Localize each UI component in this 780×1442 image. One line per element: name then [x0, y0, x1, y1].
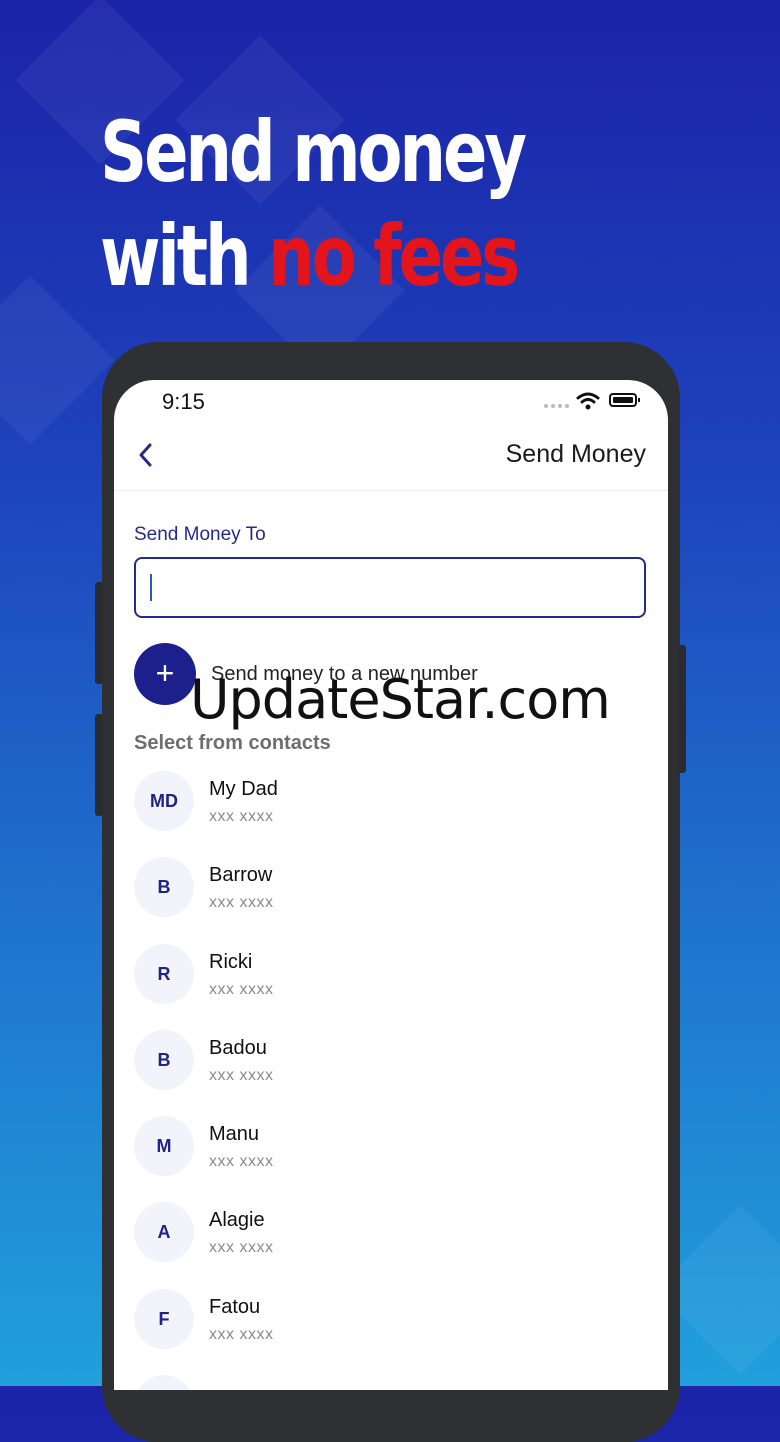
list-item[interactable]: M Manu xxx xxxx [134, 1116, 646, 1202]
avatar: MD [134, 771, 194, 831]
avatar: A [134, 1202, 194, 1263]
contact-name: Fatou [209, 1295, 261, 1318]
headline-line-2: with no fees [100, 204, 524, 308]
avatar: M [134, 1116, 194, 1177]
list-item-partial[interactable] [134, 1375, 646, 1390]
avatar: F [134, 1288, 194, 1349]
cellular-signal-icon [544, 404, 569, 408]
contact-name: My Dad [209, 778, 278, 800]
contact-name: Alagie [209, 1209, 265, 1232]
avatar: B [134, 857, 194, 918]
list-item[interactable]: F Fatou xxx xxxx [134, 1288, 646, 1375]
list-item[interactable]: R Ricki xxx xxxx [134, 943, 646, 1030]
contact-phone: xxx xxxx [209, 1066, 274, 1084]
contact-phone: xxx xxxx [209, 894, 274, 912]
contact-list: MD My Dad xxx xxxx B Barrow xxx xxxx R R… [134, 771, 646, 1390]
list-item[interactable]: MD My Dad xxx xxxx [134, 771, 646, 857]
navigation-bar: Send Money [114, 424, 668, 491]
contact-name: Badou [209, 1036, 267, 1059]
send-to-label: Send Money To [134, 524, 266, 545]
avatar: B [134, 1029, 194, 1090]
app-screen: 9:15 Send Money Send Money To + Send mon… [114, 380, 668, 1390]
status-bar: 9:15 [114, 380, 668, 424]
page-title: Send Money [505, 440, 646, 468]
avatar: R [134, 943, 194, 1004]
plus-icon[interactable]: + [134, 643, 196, 705]
headline-prefix: with [100, 207, 269, 305]
battery-icon [609, 393, 640, 407]
contact-name: Ricki [209, 950, 253, 973]
recipient-field-container [134, 557, 646, 618]
contact-phone: xxx xxxx [209, 980, 274, 998]
contacts-section-label: Select from contacts [134, 732, 331, 754]
background-pattern-tile [0, 275, 115, 445]
contact-phone: xxx xxxx [209, 1153, 274, 1171]
recipient-input[interactable] [136, 559, 644, 616]
contact-phone: xxx xxxx [209, 1239, 274, 1257]
list-item[interactable]: B Barrow xxx xxxx [134, 857, 646, 943]
chevron-left-icon[interactable] [134, 440, 158, 470]
phone-power-button [678, 645, 686, 773]
wifi-icon [576, 392, 600, 410]
send-to-new-number-label: Send money to a new number [211, 663, 478, 685]
contact-name: Manu [209, 1123, 260, 1146]
phone-volume-up-button [95, 582, 103, 684]
headline-accent: no fees [268, 207, 520, 305]
headline-line-1: Send money [100, 103, 527, 201]
list-item[interactable]: A Alagie xxx xxxx [134, 1202, 646, 1288]
list-item[interactable]: B Badou xxx xxxx [134, 1029, 646, 1116]
send-to-new-number-button[interactable]: + Send money to a new number [134, 643, 646, 707]
phone-volume-down-button [95, 714, 103, 816]
status-time: 9:15 [162, 389, 205, 414]
promo-headline: Send money with no fees [100, 100, 527, 308]
contact-name: Barrow [209, 864, 273, 887]
contact-phone: xxx xxxx [209, 808, 274, 825]
avatar [134, 1375, 194, 1390]
text-cursor [150, 574, 152, 601]
contact-phone: xxx xxxx [209, 1325, 274, 1343]
